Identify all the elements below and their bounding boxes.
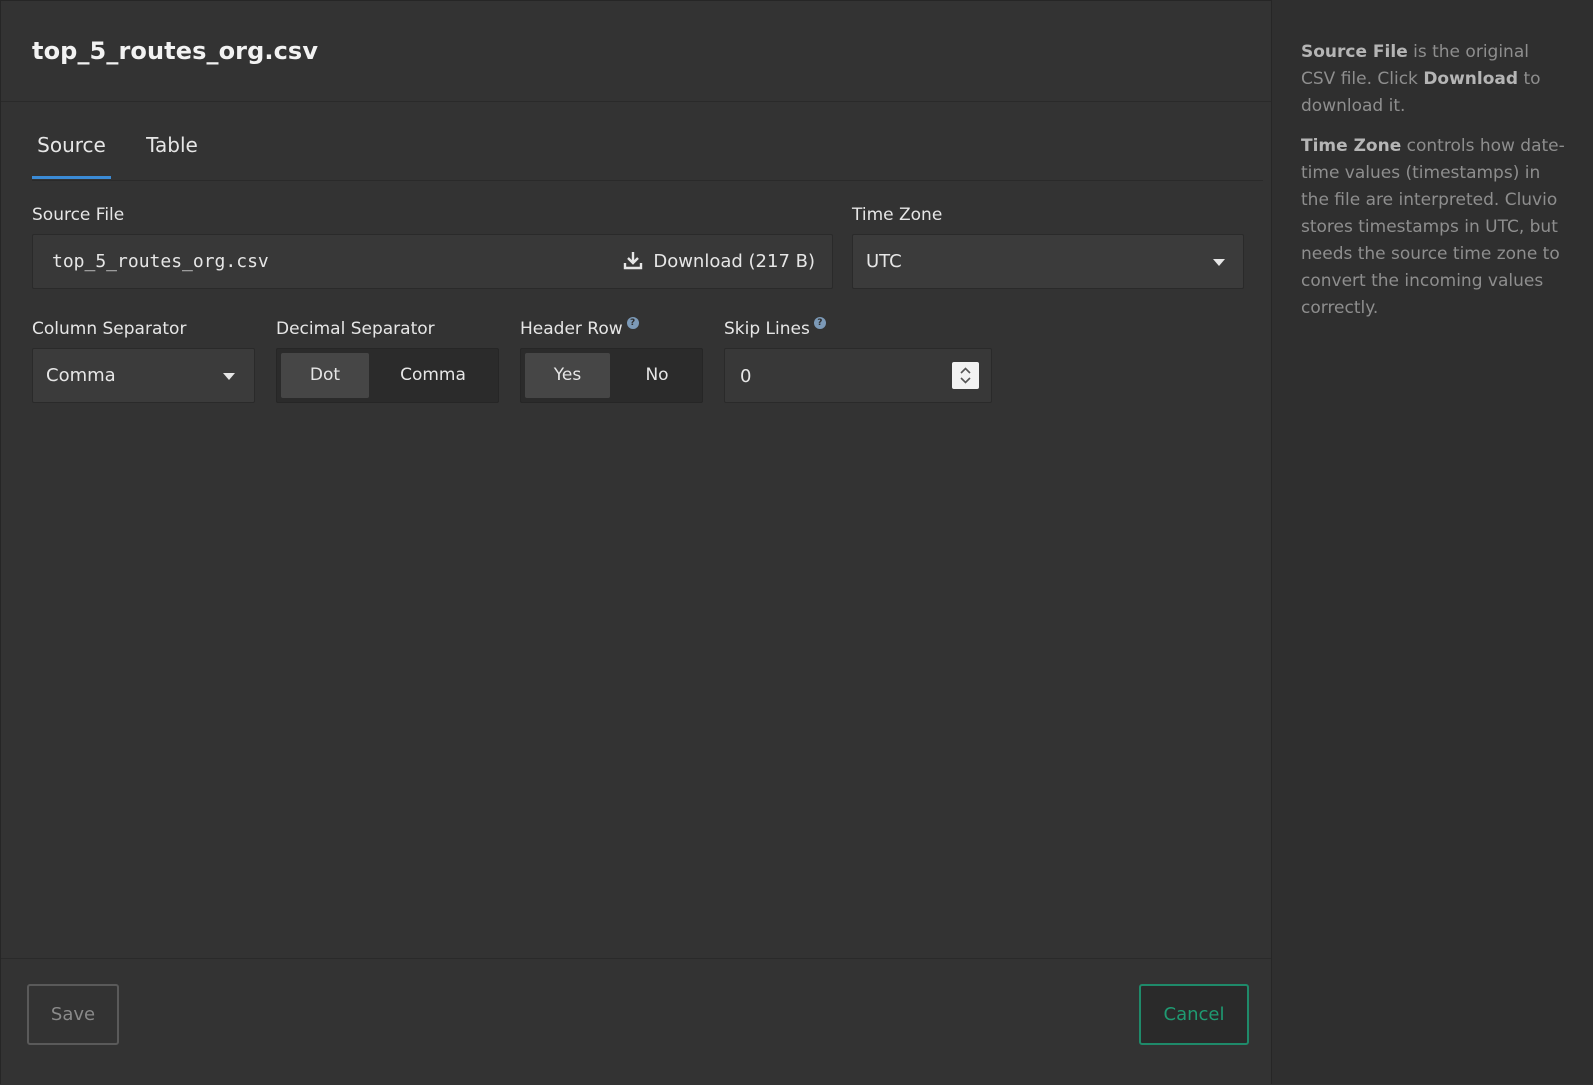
tab-table[interactable]: Table	[142, 133, 202, 179]
help-icon[interactable]: ?	[626, 317, 639, 329]
time-zone-select[interactable]: UTC	[852, 234, 1244, 289]
help-text: controls how date-time values (timestamp…	[1301, 136, 1565, 318]
help-panel: Source File is the original CSV file. Cl…	[1271, 0, 1593, 1084]
time-zone-label: Time Zone	[852, 205, 943, 225]
cancel-button[interactable]: Cancel	[1139, 984, 1249, 1045]
header-row-label: Header Row?	[520, 317, 639, 339]
skip-lines-input[interactable]: 0	[724, 348, 992, 403]
tab-bar: Source Table	[32, 129, 1263, 181]
header-row-toggle: Yes No	[520, 348, 703, 403]
help-icon[interactable]: ?	[813, 317, 826, 329]
source-file-field: top_5_routes_org.csv Download (217 B)	[32, 234, 833, 289]
decimal-dot-option[interactable]: Dot	[281, 353, 369, 398]
column-separator-value: Comma	[46, 365, 116, 386]
number-stepper-icon[interactable]	[952, 362, 979, 389]
dialog-footer: Save Cancel	[1, 958, 1292, 1085]
source-file-label: Source File	[32, 205, 125, 225]
decimal-separator-label: Decimal Separator	[276, 319, 435, 339]
dialog-header: top_5_routes_org.csv	[1, 1, 1291, 102]
tab-source[interactable]: Source	[32, 133, 111, 179]
download-icon	[624, 252, 643, 270]
header-row-yes-option[interactable]: Yes	[525, 353, 610, 398]
column-separator-label: Column Separator	[32, 319, 187, 339]
help-term-download: Download	[1423, 69, 1519, 89]
decimal-comma-option[interactable]: Comma	[383, 353, 483, 398]
skip-lines-label-text: Skip Lines	[724, 319, 810, 339]
skip-lines-label: Skip Lines?	[724, 317, 826, 339]
chevron-down-icon	[1213, 259, 1225, 266]
help-term-source-file: Source File	[1301, 42, 1408, 62]
download-button[interactable]: Download (217 B)	[623, 250, 815, 272]
download-label: Download (217 B)	[653, 251, 815, 272]
skip-lines-value: 0	[740, 366, 752, 387]
chevron-down-icon	[223, 373, 235, 380]
save-button[interactable]: Save	[27, 984, 119, 1045]
main-panel: top_5_routes_org.csv Source Table Source…	[0, 0, 1292, 1085]
help-time-zone: Time Zone controls how date-time values …	[1301, 133, 1565, 322]
time-zone-value: UTC	[866, 251, 902, 272]
source-file-name: top_5_routes_org.csv	[52, 251, 269, 272]
help-source-file: Source File is the original CSV file. Cl…	[1301, 39, 1565, 120]
header-row-label-text: Header Row	[520, 319, 623, 339]
column-separator-select[interactable]: Comma	[32, 348, 255, 403]
page-title: top_5_routes_org.csv	[32, 37, 319, 65]
help-term-time-zone: Time Zone	[1301, 136, 1402, 156]
decimal-separator-toggle: Dot Comma	[276, 348, 499, 403]
header-row-no-option[interactable]: No	[617, 353, 697, 398]
